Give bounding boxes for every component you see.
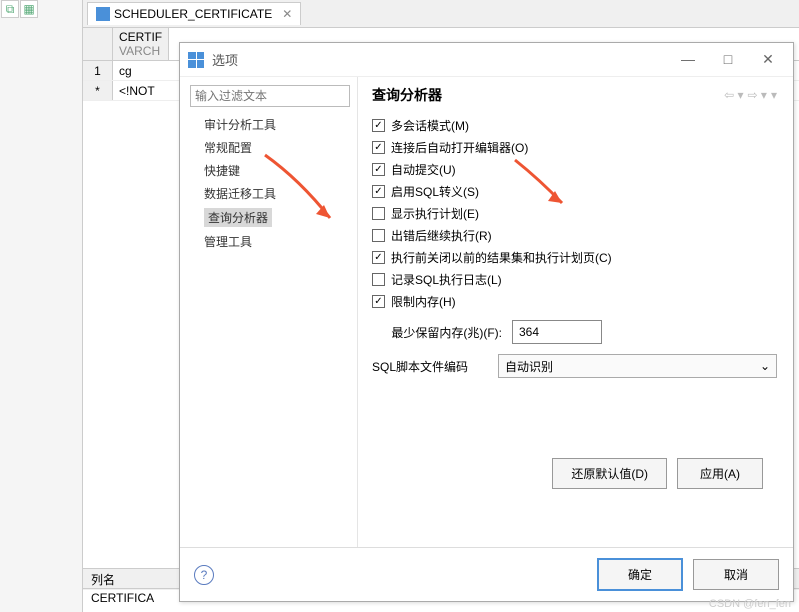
checkbox-label: 显示执行计划(E) bbox=[391, 205, 479, 222]
encoding-label: SQL脚本文件编码 bbox=[372, 358, 468, 375]
checkbox-row[interactable]: 连接后自动打开编辑器(O) bbox=[372, 139, 777, 156]
dropdown-icon[interactable]: ▾ bbox=[771, 88, 777, 102]
apply-button[interactable]: 应用(A) bbox=[677, 458, 763, 489]
chevron-down-icon: ⌄ bbox=[760, 359, 770, 373]
checkbox-row[interactable]: 多会话模式(M) bbox=[372, 117, 777, 134]
checkbox-label: 自动提交(U) bbox=[391, 161, 456, 178]
watermark: CSDN @fen_fen bbox=[709, 598, 791, 610]
forward-icon[interactable]: ⇨ ▾ bbox=[748, 88, 767, 102]
left-gutter: ⧉ ▦ bbox=[0, 0, 83, 612]
options-tree-panel: 审计分析工具 常规配置 快捷键 数据迁移工具 查询分析器 管理工具 bbox=[180, 77, 358, 547]
checkbox-label: 出错后继续执行(R) bbox=[391, 227, 492, 244]
checkbox-label: 记录SQL执行日志(L) bbox=[391, 271, 502, 288]
tree-item-migration[interactable]: 数据迁移工具 bbox=[190, 182, 347, 205]
checkbox-row[interactable]: 出错后继续执行(R) bbox=[372, 227, 777, 244]
options-content-panel: 查询分析器 ⇦ ▾ ⇨ ▾ ▾ 多会话模式(M) 连接后自动打开编辑器(O) 自动提… bbox=[358, 77, 793, 547]
minimize-icon[interactable]: — bbox=[677, 51, 699, 68]
checkbox-row[interactable]: 显示执行计划(E) bbox=[372, 205, 777, 222]
checkbox-label: 限制内存(H) bbox=[391, 293, 456, 310]
tree-item-shortcuts[interactable]: 快捷键 bbox=[190, 159, 347, 182]
row-number: * bbox=[83, 81, 113, 100]
checkbox[interactable] bbox=[372, 273, 385, 286]
help-icon[interactable]: ? bbox=[194, 565, 214, 585]
tree-item-admin[interactable]: 管理工具 bbox=[190, 230, 347, 253]
checkbox-label: 多会话模式(M) bbox=[391, 117, 469, 134]
ok-button[interactable]: 确定 bbox=[597, 558, 683, 591]
close-icon[interactable]: ✕ bbox=[282, 7, 292, 21]
checkbox-row[interactable]: 限制内存(H) bbox=[372, 293, 777, 310]
encoding-value: 自动识别 bbox=[505, 358, 553, 375]
dialog-titlebar: 选项 — □ ✕ bbox=[180, 43, 793, 77]
encoding-select[interactable]: 自动识别 ⌄ bbox=[498, 354, 777, 378]
mem-label: 最少保留内存(兆)(F): bbox=[372, 324, 502, 341]
tree-item-general[interactable]: 常规配置 bbox=[190, 136, 347, 159]
filter-input[interactable] bbox=[190, 85, 350, 107]
checkbox-row[interactable]: 启用SQL转义(S) bbox=[372, 183, 777, 200]
window-controls: — □ ✕ bbox=[677, 51, 779, 68]
close-icon[interactable]: ✕ bbox=[757, 51, 779, 68]
cancel-button[interactable]: 取消 bbox=[693, 559, 779, 590]
options-dialog: 选项 — □ ✕ 审计分析工具 常规配置 快捷键 数据迁移工具 查询分析器 管理… bbox=[179, 42, 794, 602]
table-icon bbox=[96, 7, 110, 21]
tool-icon[interactable]: ⧉ bbox=[1, 0, 19, 18]
maximize-icon[interactable]: □ bbox=[717, 51, 739, 68]
row-number-header bbox=[83, 28, 113, 60]
options-icon bbox=[188, 52, 204, 68]
restore-defaults-button[interactable]: 还原默认值(D) bbox=[552, 458, 667, 489]
column-header[interactable]: CERTIF VARCH bbox=[113, 28, 169, 60]
checkbox[interactable] bbox=[372, 207, 385, 220]
checkbox[interactable] bbox=[372, 295, 385, 308]
checkbox[interactable] bbox=[372, 163, 385, 176]
checkbox[interactable] bbox=[372, 229, 385, 242]
checkbox-label: 执行前关闭以前的结果集和执行计划页(C) bbox=[391, 249, 612, 266]
editor-tab-bar: SCHEDULER_CERTIFICATE ✕ bbox=[83, 0, 799, 28]
checkbox-row[interactable]: 自动提交(U) bbox=[372, 161, 777, 178]
checkbox[interactable] bbox=[372, 119, 385, 132]
row-number: 1 bbox=[83, 61, 113, 80]
tool-icon[interactable]: ▦ bbox=[20, 0, 38, 18]
back-icon[interactable]: ⇦ ▾ bbox=[724, 88, 743, 102]
checkbox-row[interactable]: 记录SQL执行日志(L) bbox=[372, 271, 777, 288]
col-name: CERTIF bbox=[119, 30, 162, 44]
section-title: 查询分析器 bbox=[372, 85, 724, 105]
mem-input[interactable] bbox=[512, 320, 602, 344]
dialog-title-text: 选项 bbox=[212, 50, 677, 69]
checkbox[interactable] bbox=[372, 141, 385, 154]
editor-tab[interactable]: SCHEDULER_CERTIFICATE ✕ bbox=[87, 2, 301, 25]
col-type: VARCH bbox=[119, 44, 162, 58]
dialog-body: 审计分析工具 常规配置 快捷键 数据迁移工具 查询分析器 管理工具 查询分析器 … bbox=[180, 77, 793, 547]
dialog-footer: ? 确定 取消 bbox=[180, 547, 793, 601]
checkbox[interactable] bbox=[372, 251, 385, 264]
checkbox[interactable] bbox=[372, 185, 385, 198]
tree-item-audit[interactable]: 审计分析工具 bbox=[190, 113, 347, 136]
tree-item-query-analyzer[interactable]: 查询分析器 bbox=[190, 205, 347, 230]
history-nav: ⇦ ▾ ⇨ ▾ ▾ bbox=[724, 88, 777, 102]
mini-toolbar: ⧉ ▦ bbox=[0, 0, 40, 20]
checkbox-row[interactable]: 执行前关闭以前的结果集和执行计划页(C) bbox=[372, 249, 777, 266]
tab-title: SCHEDULER_CERTIFICATE bbox=[114, 7, 272, 21]
checkbox-label: 启用SQL转义(S) bbox=[391, 183, 479, 200]
checkbox-label: 连接后自动打开编辑器(O) bbox=[391, 139, 528, 156]
tree-item-label: 查询分析器 bbox=[204, 208, 272, 227]
